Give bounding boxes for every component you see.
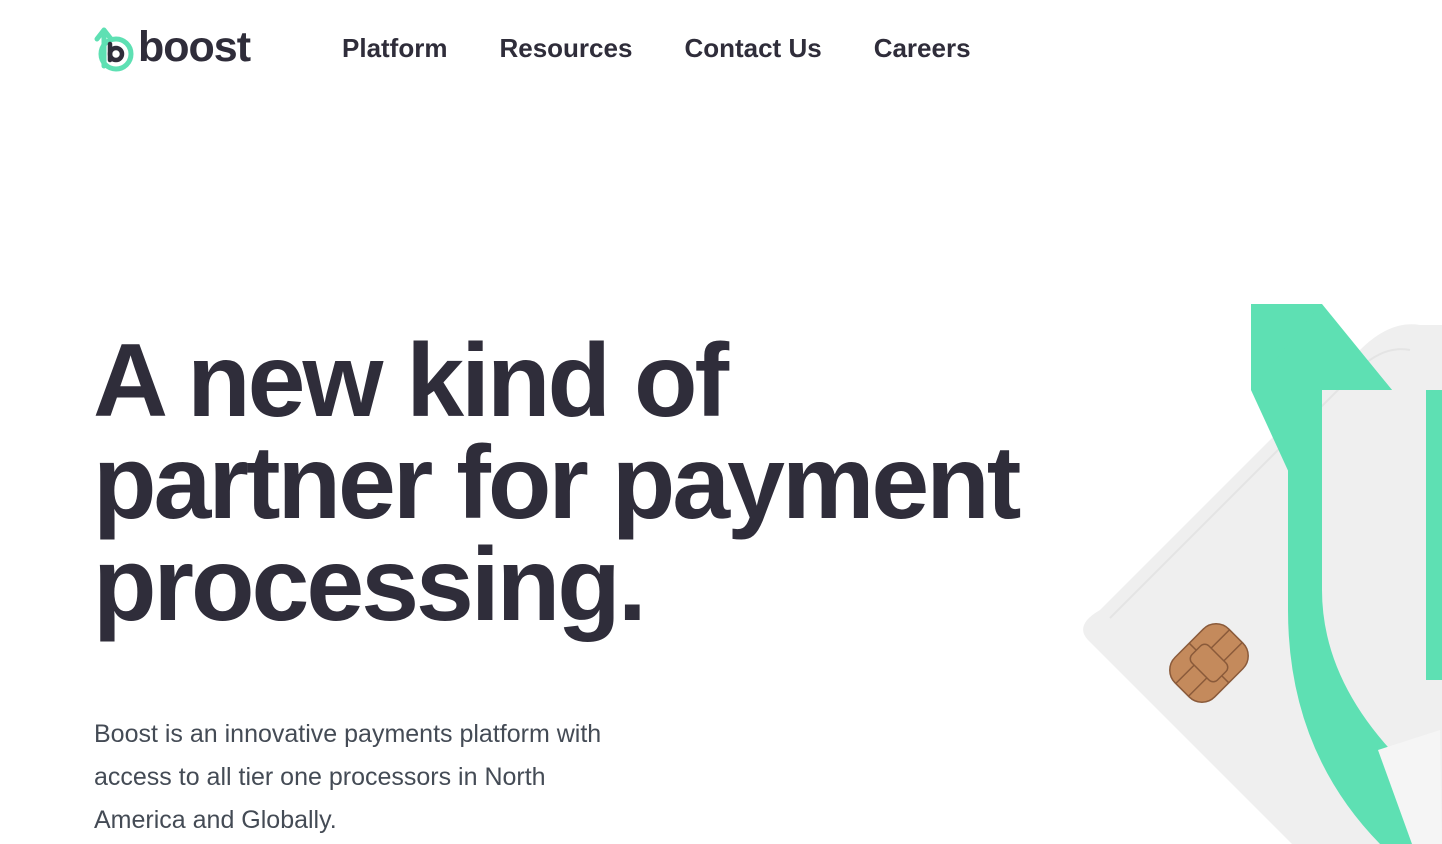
hero-description-line-1: Boost is an innovative payments platform…: [94, 720, 602, 748]
logo-wordmark: boost: [138, 22, 251, 71]
nav-platform[interactable]: Platform: [342, 30, 447, 66]
hero-headline-line-2: partner for payment: [93, 425, 1021, 541]
hero-description: Boost is an innovative payments platform…: [94, 713, 674, 842]
boost-b-arrow-icon: [94, 27, 134, 72]
hero-headline: A new kind of partner for payment proces…: [93, 329, 1093, 637]
nav-careers[interactable]: Careers: [874, 30, 971, 66]
upward-arrow-secondary-icon: [1426, 390, 1442, 680]
boost-logo[interactable]: boost: [94, 22, 251, 72]
nav-resources[interactable]: Resources: [499, 30, 632, 66]
nav-contact-us[interactable]: Contact Us: [684, 30, 821, 66]
hero-headline-line-1: A new kind of: [93, 323, 729, 439]
hero-description-line-2: access to all tier one processors in Nor…: [94, 763, 546, 791]
page: boost Platform Resources Contact Us Care…: [0, 0, 1442, 844]
hero-illustration: [1083, 304, 1442, 844]
hero-description-line-3: America and Globally.: [94, 806, 337, 834]
main-nav: Platform Resources Contact Us Careers: [342, 30, 971, 66]
hero-headline-line-3: processing.: [93, 527, 647, 643]
